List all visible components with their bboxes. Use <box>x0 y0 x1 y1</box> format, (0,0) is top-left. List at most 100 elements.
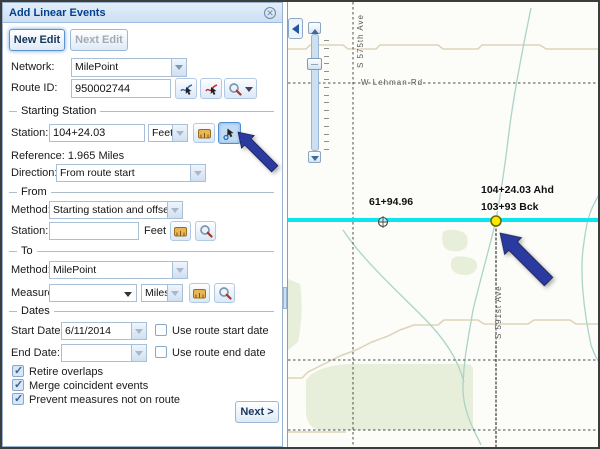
route-id-label: Route ID: <box>11 82 57 94</box>
network-combo[interactable]: MilePoint <box>71 58 187 77</box>
to-method-combo[interactable]: MilePoint <box>49 261 188 279</box>
station-units-dropdown-icon[interactable] <box>172 125 187 141</box>
starting-station-separator: Starting Station <box>9 111 274 112</box>
network-label: Network: <box>11 61 54 73</box>
dates-legend: Dates <box>17 305 54 317</box>
zoom-slider-track[interactable] <box>311 34 319 151</box>
direction-combo[interactable]: From route start <box>56 164 206 182</box>
road-label-lehman: W Lehman Rd <box>361 78 423 87</box>
end-date-value <box>62 345 131 361</box>
pick-station-icon <box>222 126 237 141</box>
direction-dropdown-icon[interactable] <box>190 165 205 181</box>
clear-route-icon <box>204 81 219 96</box>
zoom-in-button[interactable] <box>308 22 321 34</box>
route-id-input[interactable] <box>71 79 171 98</box>
network-dropdown-icon[interactable] <box>171 59 186 76</box>
measure-icon <box>192 287 207 300</box>
station-label-mid: 61+94.96 <box>369 196 413 208</box>
from-method-combo[interactable]: Starting station and offset <box>49 201 183 219</box>
app-window: Add Linear Events ✕ New Edit Next Edit N… <box>0 0 600 449</box>
station-units-combo[interactable]: Feet <box>148 124 188 142</box>
merge-coincident-checkbox[interactable] <box>12 379 24 391</box>
new-edit-button[interactable]: New Edit <box>9 29 65 51</box>
direction-value: From route start <box>57 165 190 181</box>
zoom-slider-ticks <box>324 40 330 152</box>
close-icon[interactable]: ✕ <box>264 7 276 19</box>
measure-units-combo[interactable]: Miles <box>141 284 183 302</box>
map-markers <box>288 2 598 447</box>
from-search-button[interactable] <box>195 221 216 241</box>
select-route-icon <box>179 81 194 96</box>
from-station-label: Station: <box>11 225 48 237</box>
start-date-combo[interactable]: 6/11/2014 <box>61 322 147 340</box>
end-date-label: End Date: <box>11 347 60 359</box>
use-route-end-label: Use route end date <box>172 347 266 359</box>
to-separator: To <box>9 251 274 252</box>
measure-dropdown-icon[interactable] <box>124 292 132 301</box>
from-measure-button[interactable] <box>170 221 191 241</box>
direction-label: Direction: <box>11 167 57 179</box>
map-canvas[interactable]: W Lehman Rd S 575th Ave S 591st Ave 61+9… <box>287 2 598 447</box>
panel-title: Add Linear Events <box>9 7 264 19</box>
from-method-dropdown-icon[interactable] <box>167 202 182 218</box>
to-method-label: Method: <box>11 264 51 276</box>
starting-station-legend: Starting Station <box>17 105 100 117</box>
collapse-panel-button[interactable] <box>288 18 303 39</box>
measure-icon <box>173 225 188 238</box>
measure-units-dropdown-icon[interactable] <box>167 285 182 301</box>
add-linear-events-panel: Add Linear Events ✕ New Edit Next Edit N… <box>2 2 283 447</box>
to-legend: To <box>17 245 37 257</box>
select-route-button[interactable] <box>175 78 197 99</box>
use-route-start-label: Use route start date <box>172 325 269 337</box>
retire-overlaps-label: Retire overlaps <box>29 366 103 378</box>
to-method-dropdown-icon[interactable] <box>172 262 187 278</box>
from-separator: From <box>9 192 274 193</box>
measure-icon <box>197 127 212 140</box>
use-route-end-checkbox[interactable] <box>155 346 167 358</box>
route-search-menu-button[interactable] <box>224 78 257 99</box>
station-input[interactable] <box>49 124 145 142</box>
prevent-measures-label: Prevent measures not on route <box>29 394 180 406</box>
merge-coincident-label: Merge coincident events <box>29 380 148 392</box>
zoom-slider-handle[interactable] <box>307 58 322 70</box>
next-button[interactable]: Next > <box>235 401 279 423</box>
road-label-591st: S 591st Ave <box>494 285 503 339</box>
road-label-575th: S 575th Ave <box>356 14 365 68</box>
station-measure-button[interactable] <box>193 123 215 143</box>
dates-separator: Dates <box>9 311 274 312</box>
zoom-out-button[interactable] <box>308 151 321 163</box>
measure-units-value: Miles <box>142 285 167 301</box>
from-legend: From <box>17 186 51 198</box>
prevent-measures-checkbox[interactable] <box>12 393 24 405</box>
search-icon <box>228 82 242 96</box>
next-edit-button[interactable]: Next Edit <box>70 29 128 51</box>
station-reference-marker <box>379 216 388 228</box>
end-date-dropdown-icon[interactable] <box>131 345 146 361</box>
use-route-start-checkbox[interactable] <box>155 324 167 336</box>
start-date-dropdown-icon[interactable] <box>131 323 146 339</box>
station-label-ahead: 104+24.03 Ahd <box>481 184 554 196</box>
search-icon <box>199 224 213 238</box>
from-station-units: Feet <box>144 225 166 237</box>
clear-route-selection-button[interactable] <box>200 78 222 99</box>
chevron-down-icon <box>245 87 253 96</box>
from-method-label: Method: <box>11 204 51 216</box>
panel-header: Add Linear Events ✕ <box>3 3 282 23</box>
to-search-button[interactable] <box>214 283 235 303</box>
end-date-combo[interactable] <box>61 344 147 362</box>
start-date-label: Start Date: <box>11 325 64 337</box>
to-measure-button[interactable] <box>189 283 210 303</box>
search-icon <box>218 286 232 300</box>
start-date-value: 6/11/2014 <box>62 323 131 339</box>
station-units-value: Feet <box>149 125 172 141</box>
selected-station-marker <box>491 216 501 226</box>
retire-overlaps-checkbox[interactable] <box>12 365 24 377</box>
pick-station-on-map-button[interactable] <box>218 122 241 144</box>
network-value: MilePoint <box>72 59 171 76</box>
reference-text: Reference: 1.965 Miles <box>11 150 124 162</box>
from-method-value: Starting station and offset <box>50 202 167 218</box>
measure-list-combo[interactable] <box>49 284 137 302</box>
from-station-input[interactable] <box>49 222 139 240</box>
station-label: Station: <box>11 127 48 139</box>
station-label-back: 103+93 Bck <box>481 201 539 213</box>
